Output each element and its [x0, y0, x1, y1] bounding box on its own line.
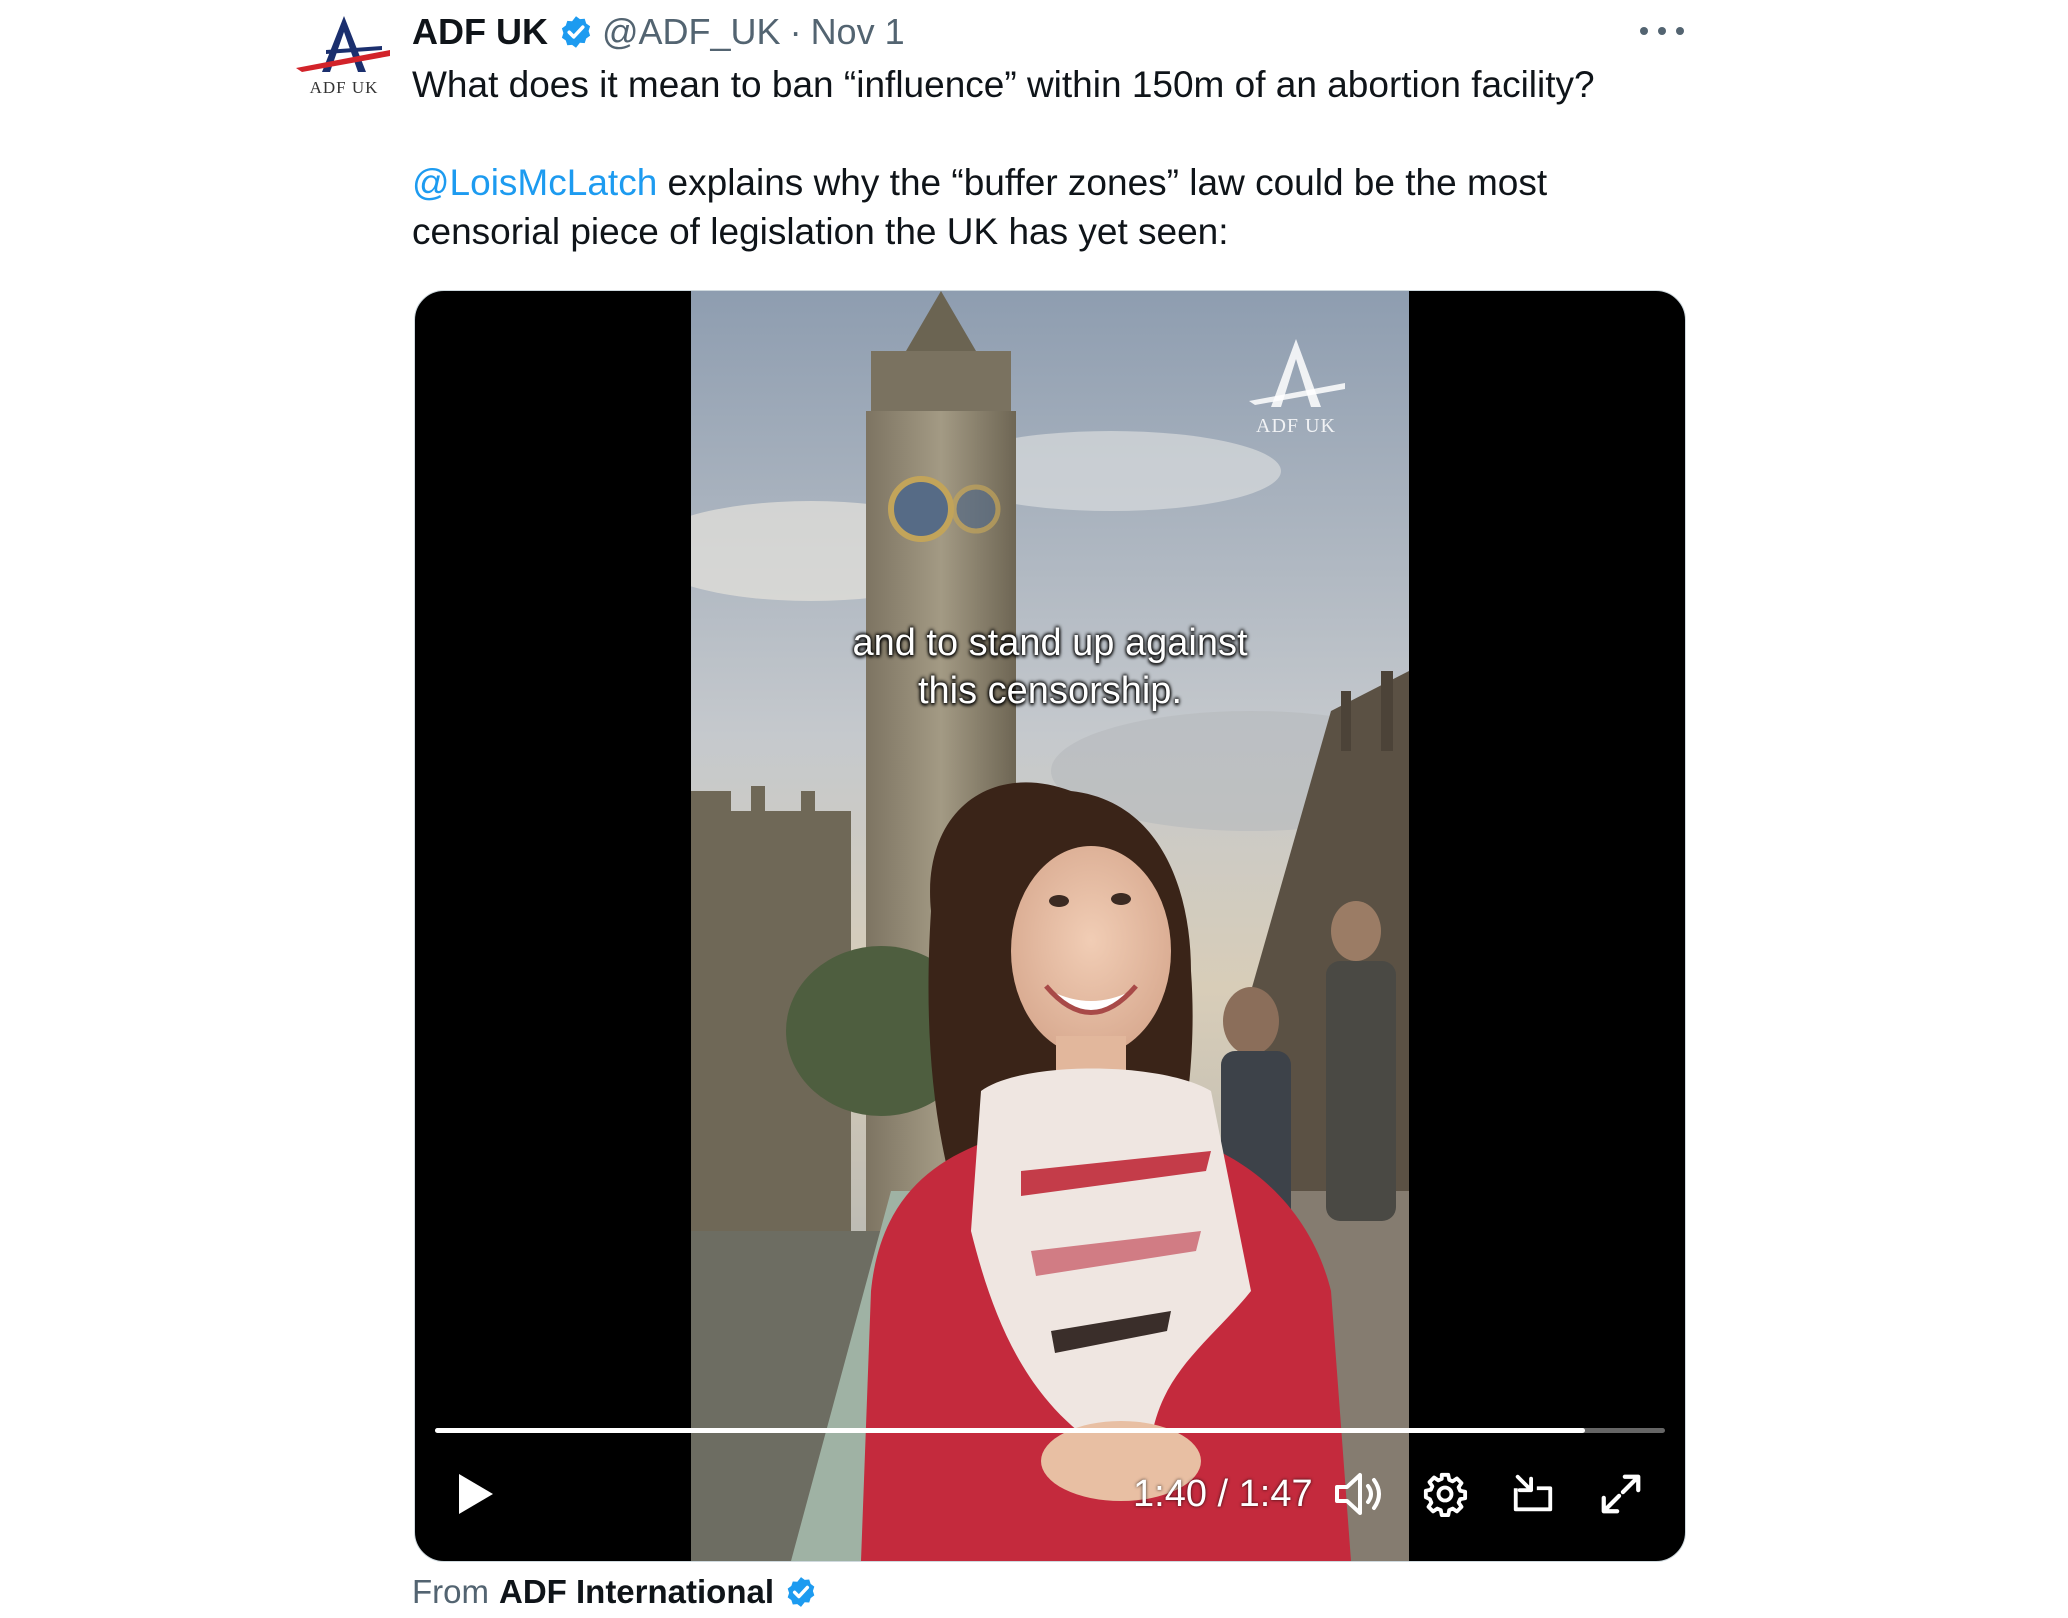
video-progress-bar[interactable] [435, 1428, 1665, 1433]
video-frame[interactable] [691, 291, 1409, 1561]
caption-line: this censorship. [917, 670, 1182, 712]
duration: 1:47 [1238, 1472, 1313, 1515]
verified-badge-icon[interactable] [784, 1575, 818, 1609]
video-player[interactable]: ADF UK and to stand up against this cens… [414, 290, 1686, 1562]
handle[interactable]: @ADF_UK [602, 11, 781, 53]
fullscreen-button[interactable] [1591, 1459, 1651, 1529]
play-button[interactable] [445, 1459, 505, 1529]
source-account-link[interactable]: ADF International [499, 1573, 774, 1611]
play-icon [459, 1474, 493, 1514]
dock-button[interactable] [1503, 1459, 1563, 1529]
mention-link[interactable]: @LoisMcLatch [412, 162, 657, 203]
tweet-text-fragment: explains why the “buffer zones” law coul… [657, 162, 1548, 203]
more-options-icon[interactable] [1640, 16, 1684, 46]
tweet-header: ADF UK @ADF_UK · Nov 1 [412, 8, 905, 56]
avatar[interactable]: ADF UK [286, 10, 402, 106]
time-separator: / [1206, 1472, 1239, 1515]
video-time: 1:40 / 1:47 [1133, 1459, 1313, 1529]
display-name[interactable]: ADF UK [412, 11, 548, 53]
volume-icon [1335, 1473, 1381, 1515]
adf-watermark-icon [1249, 339, 1345, 407]
dock-icon [1513, 1474, 1553, 1512]
avatar-label: ADF UK [309, 78, 379, 97]
from-label: From [412, 1573, 489, 1610]
tweet-text-line: censorial piece of legislation the UK ha… [412, 211, 1229, 252]
tweet-text: What does it mean to ban “influence” wit… [412, 60, 1702, 256]
adf-uk-logo-icon [296, 16, 390, 72]
video-caption: and to stand up against this censorship. [691, 619, 1409, 715]
caption-line: and to stand up against [852, 622, 1248, 664]
verified-badge-icon[interactable] [558, 14, 594, 50]
fullscreen-icon [1601, 1474, 1641, 1514]
video-watermark-label: ADF UK [1256, 415, 1336, 437]
video-progress-fill [435, 1428, 1586, 1433]
tweet-date[interactable]: Nov 1 [811, 11, 905, 53]
video-still-image [691, 291, 1409, 1561]
tweet-text-line: @LoisMcLatch explains why the “buffer zo… [412, 158, 1702, 207]
settings-gear-icon [1423, 1472, 1468, 1517]
volume-button[interactable] [1329, 1459, 1389, 1529]
tweet-text-line: What does it mean to ban “influence” wit… [412, 64, 1595, 105]
current-time: 1:40 [1133, 1472, 1207, 1515]
video-source: From ADF International [412, 1570, 826, 1614]
settings-button[interactable] [1415, 1459, 1475, 1529]
separator-dot: · [789, 11, 802, 52]
